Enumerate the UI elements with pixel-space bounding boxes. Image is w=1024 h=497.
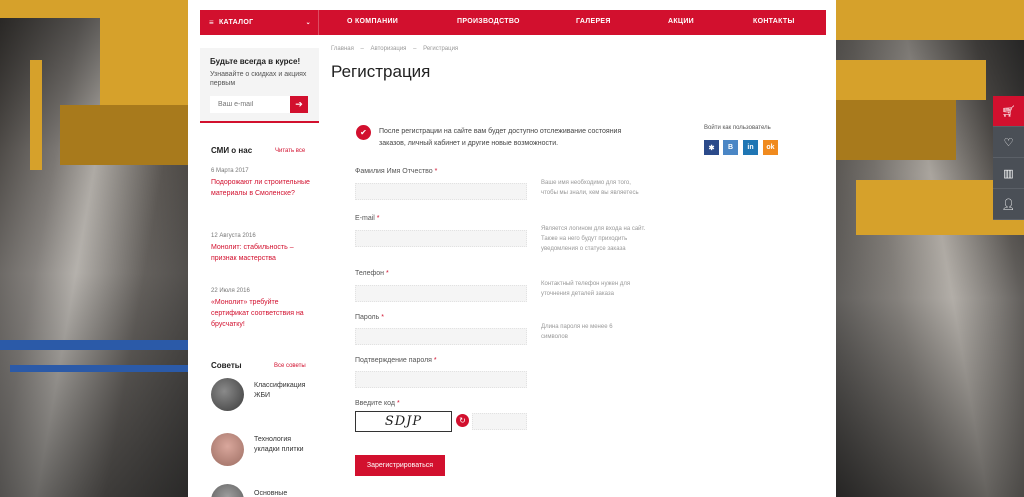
favorites-button[interactable]: ♡ — [993, 127, 1024, 158]
nav-item-gallery[interactable]: ГАЛЕРЕЯ — [576, 18, 611, 25]
social-login-button[interactable]: ok — [763, 140, 778, 155]
field-hint: Ваше имя необходимо для того, чтобы мы з… — [541, 180, 639, 196]
right-floating-panel: 🛒︎ ♡ ▥ 👤︎ — [993, 96, 1024, 220]
field-label: Введите код * — [355, 400, 400, 407]
breadcrumb: Главная – Авторизация – Регистрация — [331, 46, 463, 52]
catalog-label: КАТАЛОГ — [218, 19, 254, 26]
nav-item-about[interactable]: О КОМПАНИИ — [347, 18, 398, 25]
subscribe-title: Будьте всегда в курсе! — [210, 57, 301, 66]
arrow-right-icon: ➔ — [295, 99, 303, 109]
field-label: Фамилия Имя Отчество * — [355, 168, 438, 175]
tips-all-link[interactable]: Все советы — [274, 363, 306, 369]
news-date: 12 Августа 2016 — [211, 233, 256, 239]
news-date: 6 Марта 2017 — [211, 168, 249, 174]
background-right — [836, 0, 1024, 497]
tip-thumbnail[interactable] — [211, 484, 244, 497]
captcha-image: SDJP — [355, 411, 452, 432]
social-icon: in — [747, 144, 754, 151]
top-nav: ≡ КАТАЛОГ ⌄ О КОМПАНИИ ПРОИЗВОДСТВО ГАЛЕ… — [200, 10, 826, 35]
user-icon: 👤︎ — [1001, 198, 1016, 211]
phone-input[interactable] — [355, 285, 527, 302]
password-input[interactable] — [355, 328, 527, 345]
fullname-input[interactable] — [355, 183, 527, 200]
breadcrumb-home[interactable]: Главная — [331, 46, 354, 52]
captcha-input[interactable] — [472, 413, 527, 430]
social-login-title: Войти как пользователь — [704, 125, 771, 131]
page-title: Регистрация — [331, 62, 431, 81]
catalog-button[interactable]: ≡ КАТАЛОГ ⌄ — [200, 10, 319, 35]
check-icon: ✔ — [356, 125, 371, 140]
subscribe-box: Будьте всегда в курсе! Узнавайте о скидк… — [200, 48, 319, 123]
breadcrumb-separator: – — [413, 46, 417, 52]
tip-link[interactable]: Основные — [254, 489, 312, 497]
chevron-down-icon: ⌄ — [305, 20, 311, 26]
tips-title: Советы — [211, 361, 242, 370]
field-label: Телефон * — [355, 270, 389, 277]
breadcrumb-auth[interactable]: Авторизация — [371, 46, 407, 52]
subscribe-email-input[interactable] — [210, 96, 290, 113]
subscribe-subtitle: Узнавайте о скидках и акциях первым — [210, 71, 307, 87]
cart-icon: 🛒︎ — [1001, 105, 1016, 118]
field-hint: Является логином для входа на сайт. Такж… — [541, 226, 646, 252]
social-login-button[interactable]: in — [743, 140, 758, 155]
news-date: 22 Июля 2016 — [211, 288, 250, 294]
chart-icon: ▥ — [1003, 167, 1014, 180]
news-link[interactable]: «Монолит» требуйте сертификат соответств… — [211, 297, 316, 330]
breadcrumb-separator: – — [360, 46, 364, 52]
social-icon: ok — [766, 144, 775, 151]
password-confirm-input[interactable] — [355, 371, 527, 388]
field-label: Подтверждение пароля * — [355, 357, 437, 364]
social-icon: ✱ — [708, 144, 715, 152]
field-label: E-mail * — [355, 215, 380, 222]
news-link[interactable]: Подорожают ли строительные материалы в С… — [211, 177, 316, 199]
field-hint: Контактный телефон нужен для уточнения д… — [541, 281, 631, 297]
email-input[interactable] — [355, 230, 527, 247]
intro-text: После регистрации на сайте вам будет дос… — [379, 128, 622, 147]
social-icon: B — [727, 144, 734, 151]
nav-item-production[interactable]: ПРОИЗВОДСТВО — [457, 18, 520, 25]
field-hint: Длина пароля не менее 6 символов — [541, 324, 613, 340]
cart-button[interactable]: 🛒︎ — [993, 96, 1024, 127]
profile-button[interactable]: 👤︎ — [993, 189, 1024, 220]
tip-link[interactable]: Технология укладки плитки — [254, 435, 312, 455]
heart-icon: ♡ — [1003, 136, 1014, 149]
nav-item-promo[interactable]: АКЦИИ — [668, 18, 694, 25]
social-login-button[interactable]: ✱ — [704, 140, 719, 155]
tip-link[interactable]: Классификация ЖБИ — [254, 381, 312, 401]
nav-item-contacts[interactable]: КОНТАКТЫ — [753, 18, 795, 25]
breadcrumb-current: Регистрация — [423, 46, 459, 52]
field-label: Пароль * — [355, 314, 384, 321]
social-login-button[interactable]: B — [723, 140, 738, 155]
subscribe-submit-button[interactable]: ➔ — [290, 96, 308, 113]
register-button[interactable]: Зарегистрироваться — [355, 455, 445, 476]
background-left — [0, 0, 188, 497]
news-link[interactable]: Монолит: стабильность – признак мастерст… — [211, 242, 316, 264]
tip-thumbnail[interactable] — [211, 433, 244, 466]
page-content: ≡ КАТАЛОГ ⌄ О КОМПАНИИ ПРОИЗВОДСТВО ГАЛЕ… — [188, 0, 836, 497]
compare-button[interactable]: ▥ — [993, 158, 1024, 189]
media-title: СМИ о нас — [211, 146, 253, 155]
refresh-icon[interactable]: ↻ — [456, 414, 469, 427]
tip-thumbnail[interactable] — [211, 378, 244, 411]
media-read-all-link[interactable]: Читать все — [275, 148, 305, 154]
menu-icon: ≡ — [209, 18, 214, 27]
